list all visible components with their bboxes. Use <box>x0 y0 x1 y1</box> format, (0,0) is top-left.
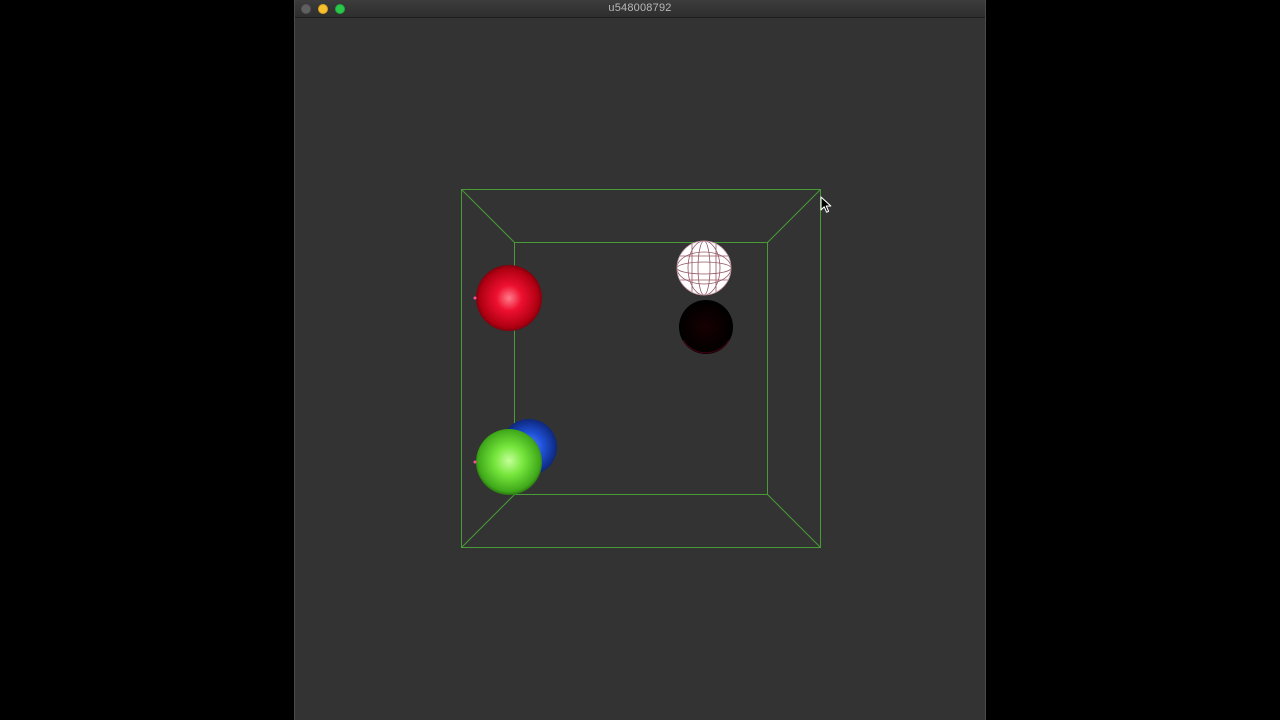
title-bar[interactable]: u548008792 <box>295 0 985 18</box>
arrow-pointer-icon <box>820 196 832 213</box>
3d-viewport[interactable] <box>295 18 985 720</box>
scene-canvas[interactable] <box>295 18 985 720</box>
box-edge-top-right <box>767 189 821 243</box>
green-sphere[interactable] <box>473 429 543 495</box>
box-edge-bottom-left <box>461 494 515 548</box>
box-edge-bottom-right <box>767 494 821 548</box>
window-title: u548008792 <box>608 2 672 14</box>
white-wireframe-sphere[interactable] <box>676 240 732 296</box>
black-sphere[interactable] <box>679 300 733 354</box>
app-window: u548008792 <box>294 0 986 720</box>
red-sphere[interactable] <box>473 265 543 331</box>
box-edge-top-left <box>461 189 515 243</box>
